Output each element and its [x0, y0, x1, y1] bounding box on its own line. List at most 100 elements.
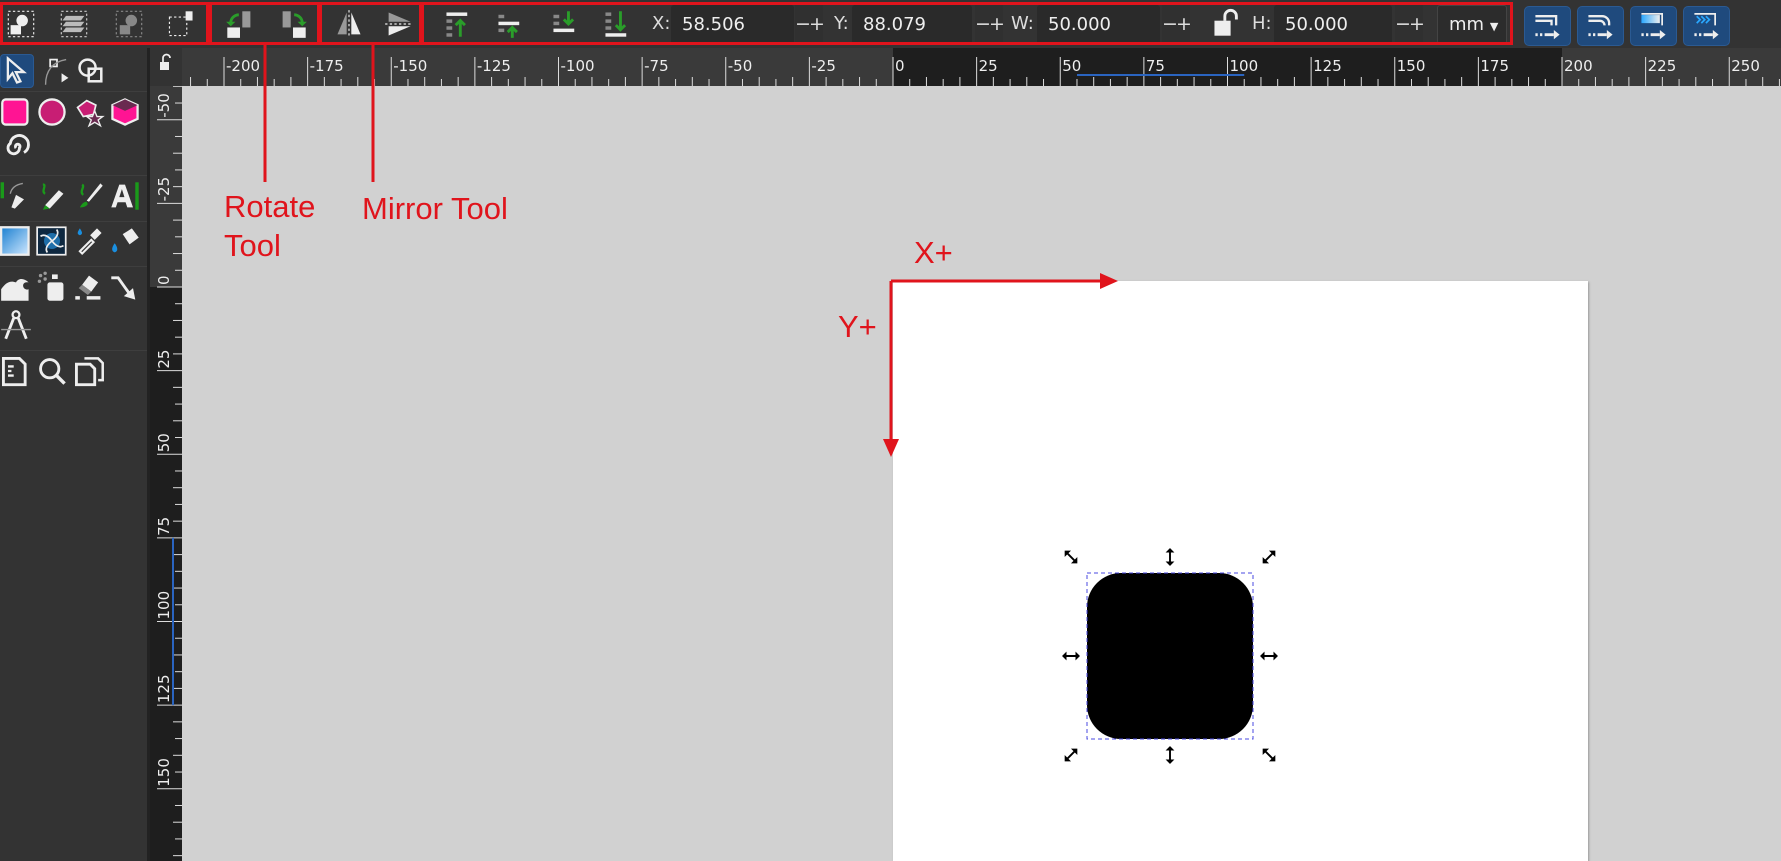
- toolbox-separator: [0, 175, 147, 176]
- paint-bucket-tool[interactable]: [109, 225, 141, 257]
- y-spinner: −+: [975, 5, 1005, 44]
- pages-tool[interactable]: [0, 355, 32, 387]
- copy-pages-icon: [75, 357, 104, 387]
- mesh-icon: [36, 226, 67, 256]
- select-all-layers-icon[interactable]: [59, 9, 89, 39]
- tweak-tool[interactable]: [0, 271, 32, 303]
- vertical-ruler[interactable]: -50 -25 0 25 50 75 100 125 150: [150, 86, 182, 861]
- ruler-label: 75: [155, 517, 173, 536]
- dropper-tool[interactable]: [73, 225, 105, 257]
- spray-can-icon: [37, 271, 64, 301]
- height-input[interactable]: [1274, 5, 1392, 44]
- ruler-label: -75: [644, 57, 669, 75]
- ruler-label: 25: [155, 350, 173, 369]
- spray-tool[interactable]: [36, 271, 68, 303]
- spiral-tool[interactable]: [0, 132, 32, 164]
- eraser-tool[interactable]: [73, 271, 105, 303]
- pencil-icon: [42, 183, 64, 210]
- lower-icon[interactable]: [550, 9, 580, 39]
- star-polygon-tool[interactable]: [73, 96, 105, 128]
- scale-stroke-icon: [1535, 15, 1560, 40]
- paint-bucket-icon: [112, 228, 139, 253]
- ruler-label: -150: [393, 57, 427, 75]
- rectangle-tool[interactable]: [0, 96, 32, 128]
- page: [893, 281, 1588, 861]
- text-icon: [111, 182, 139, 210]
- eyedropper-icon: [77, 228, 102, 256]
- cube-icon: [111, 98, 139, 126]
- ruler-label: 100: [155, 591, 173, 620]
- ruler-corner: [150, 48, 182, 86]
- clone-pages-tool[interactable]: [73, 355, 105, 387]
- units-dropdown[interactable]: mm ▼: [1437, 5, 1507, 44]
- pen-nib-icon: [0, 182, 24, 209]
- selector-tool[interactable]: [0, 54, 34, 88]
- pen-tool[interactable]: [0, 180, 32, 212]
- scale-pattern-button[interactable]: [1683, 6, 1730, 46]
- flip-vertical-icon[interactable]: [384, 9, 414, 39]
- x-input[interactable]: [671, 5, 794, 44]
- scale-gradient-button[interactable]: [1630, 6, 1677, 46]
- eraser-icon: [75, 275, 101, 300]
- w-increment-button[interactable]: +: [1176, 5, 1192, 44]
- touch-select-icon[interactable]: [166, 9, 196, 39]
- x-label: X:: [652, 13, 671, 34]
- ruler-label: 200: [1564, 57, 1593, 75]
- ruler-label: 50: [155, 433, 173, 452]
- w-decrement-button[interactable]: −: [1162, 5, 1178, 44]
- x-decrement-button[interactable]: −: [795, 5, 811, 44]
- ruler-label: 225: [1648, 57, 1677, 75]
- ruler-label: 100: [1230, 57, 1259, 75]
- scale-radii-button[interactable]: [1577, 6, 1624, 46]
- ruler-label: 50: [1062, 57, 1081, 75]
- h-increment-button[interactable]: +: [1409, 5, 1425, 44]
- ruler-label: -50: [155, 93, 173, 118]
- y-input[interactable]: [852, 5, 972, 44]
- ruler-label: 0: [895, 57, 905, 75]
- ruler-label: 125: [155, 674, 173, 703]
- shape-builder-tool[interactable]: [75, 55, 107, 87]
- toolbox-separator: [0, 266, 147, 267]
- shape-builder-icon: [78, 58, 103, 83]
- raise-icon[interactable]: [495, 9, 525, 39]
- lock-guides-icon[interactable]: [150, 48, 182, 86]
- zoom-tool[interactable]: [36, 355, 68, 387]
- measure-tool[interactable]: [0, 309, 32, 341]
- inkscape-window: X: −+ Y: −+ W: −+ H: −+ mm ▼: [0, 0, 1781, 861]
- y-increment-button[interactable]: +: [989, 5, 1005, 44]
- scale-radii-icon: [1588, 15, 1613, 40]
- unlocked-icon[interactable]: [1211, 8, 1241, 38]
- scale-stroke-button[interactable]: [1524, 6, 1571, 46]
- y-label: Y:: [834, 13, 849, 34]
- horizontal-ruler[interactable]: -200 -175 -150 -125 -100 -75 -50 -25 0 25 50 75 100 1…: [182, 48, 1781, 86]
- connector-tool[interactable]: [109, 271, 141, 303]
- magnifier-icon: [39, 358, 66, 385]
- rotate-ccw-icon[interactable]: [225, 9, 255, 39]
- width-input[interactable]: [1037, 5, 1160, 44]
- rotate-cw-icon[interactable]: [278, 9, 308, 39]
- circle-icon: [38, 98, 66, 126]
- flip-horizontal-icon[interactable]: [334, 9, 364, 39]
- gradient-tool[interactable]: [0, 225, 32, 257]
- 3d-box-tool[interactable]: [109, 96, 141, 128]
- toolbox-separator: [0, 350, 147, 351]
- node-edit-icon: [44, 58, 69, 85]
- text-tool[interactable]: [109, 180, 141, 212]
- pencil-tool[interactable]: [36, 180, 68, 212]
- ellipse-tool[interactable]: [36, 96, 68, 128]
- w-label: W:: [1011, 13, 1034, 34]
- h-decrement-button[interactable]: −: [1395, 5, 1411, 44]
- raise-to-top-icon[interactable]: [443, 9, 473, 39]
- node-tool[interactable]: [41, 55, 73, 87]
- mesh-tool[interactable]: [36, 225, 68, 257]
- select-all-icon[interactable]: [6, 9, 36, 39]
- calligraphy-tool[interactable]: [73, 180, 105, 212]
- toolbox-separator: [0, 91, 147, 92]
- gradient-icon: [0, 226, 30, 256]
- x-increment-button[interactable]: +: [809, 5, 825, 44]
- lower-to-bottom-icon[interactable]: [602, 9, 632, 39]
- ruler-label: -125: [477, 57, 511, 75]
- deselect-icon[interactable]: [114, 9, 144, 39]
- y-decrement-button[interactable]: −: [975, 5, 991, 44]
- h-label: H:: [1252, 13, 1272, 34]
